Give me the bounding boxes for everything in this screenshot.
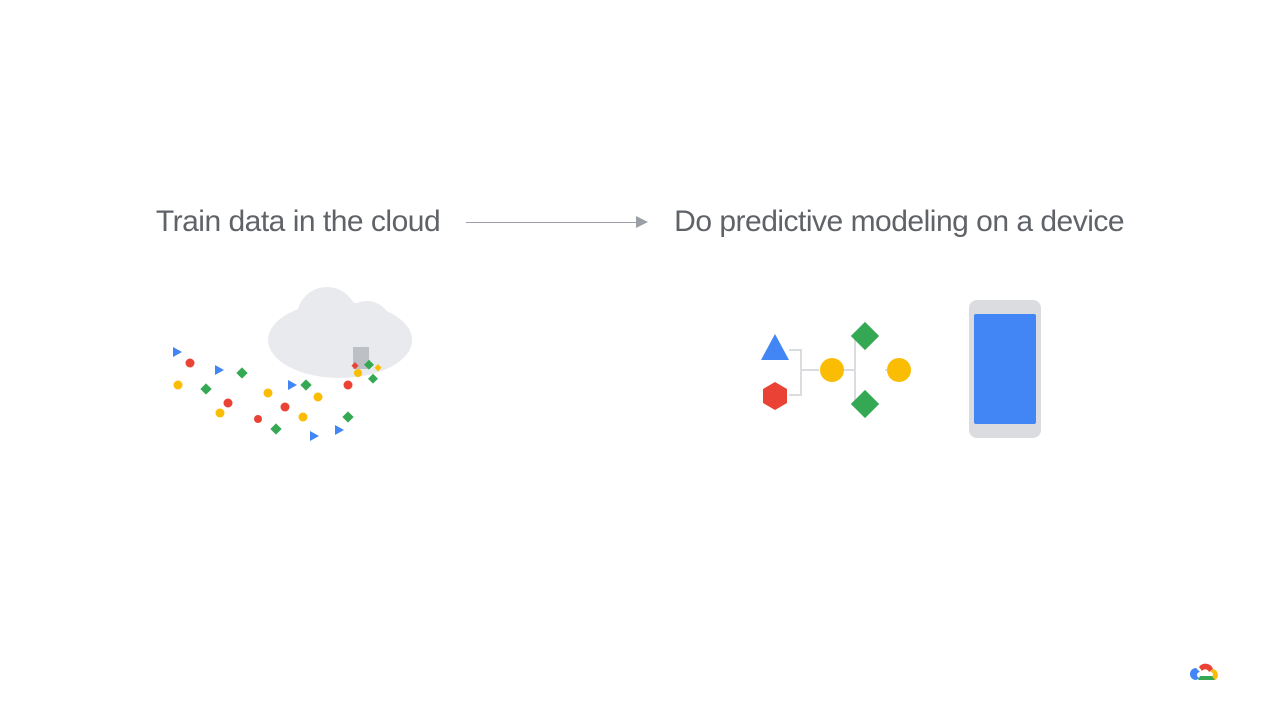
- arrow-icon: [466, 216, 648, 228]
- google-cloud-logo-icon: [1188, 660, 1222, 688]
- phone-icon: [969, 300, 1041, 438]
- ml-shapes-icon: [755, 300, 915, 420]
- cloud-training-graphic: [160, 285, 440, 455]
- cloud-confetti-icon: [160, 285, 440, 455]
- heading-train-cloud: Train data in the cloud: [156, 205, 440, 239]
- heading-row: Train data in the cloud Do predictive mo…: [0, 205, 1280, 239]
- heading-predict-device: Do predictive modeling on a device: [674, 205, 1124, 239]
- device-inference-graphic: [755, 300, 1055, 450]
